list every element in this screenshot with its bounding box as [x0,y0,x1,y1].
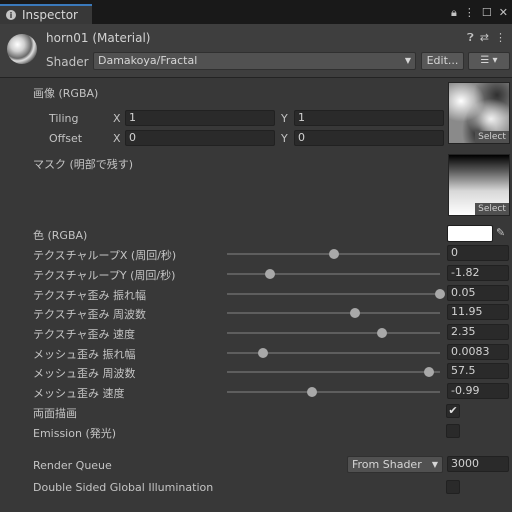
double-sided-checkbox[interactable]: ✔ [446,404,460,418]
chevron-down-icon: ▼ [404,56,411,65]
mask-texture-slot[interactable]: Select [448,154,510,216]
info-icon: i [6,10,16,20]
mask-tex-label: マスク (明部で残す) [33,158,134,171]
settings-icon[interactable]: ⇄ [480,31,489,45]
shader-list-button[interactable]: ☰ ▾ [468,52,510,70]
header-icons: ❓︎ ⇄ ⋮ [467,31,506,45]
tiling-label: Tiling [49,112,79,125]
slider-track[interactable] [227,371,440,373]
list-icon: ☰ ▾ [480,55,498,66]
tab-inspector[interactable]: i Inspector [0,4,92,24]
slider-label: テクスチャ歪み 周波数 [33,308,147,321]
offset-y-field[interactable]: 0 [294,130,444,146]
help-icon[interactable]: ❓︎ [467,31,474,45]
slider-track[interactable] [227,312,440,314]
slider-label: メッシュ歪み 周波数 [33,367,136,380]
slider-thumb[interactable] [328,249,339,259]
slider-track[interactable] [227,293,440,295]
slider-value-field[interactable]: 0.05 [447,285,509,301]
render-queue-mode: From Shader [352,458,422,471]
more-icon[interactable]: ⋮ [495,31,506,45]
double-sided-label: 両面描画 [33,407,77,420]
slider-value-field[interactable]: 0.0083 [447,344,509,360]
slider-track[interactable] [227,273,440,275]
tab-bar: i Inspector 🔒︎ ⋮ ☐ ✕ [0,0,512,24]
slider-thumb[interactable] [377,328,388,338]
slider-track[interactable] [227,332,440,334]
tiling-x-axis: X [113,112,121,125]
slider-value-field[interactable]: -1.82 [447,265,509,281]
main-texture-slot[interactable]: Select [448,82,510,144]
slider-label: テクスチャ歪み 速度 [33,328,136,341]
slider-thumb[interactable] [264,269,275,279]
slider-thumb[interactable] [258,348,269,358]
edit-shader-button[interactable]: Edit... [421,52,464,70]
offset-x-axis: X [113,132,121,145]
shader-value: Damakoya/Fractal [98,54,198,67]
shader-label: Shader [46,55,89,69]
slider-value-field[interactable]: 57.5 [447,363,509,379]
render-queue-dropdown[interactable]: From Shader ▼ [347,456,443,473]
slider-value-field[interactable]: 11.95 [447,304,509,320]
slider-thumb[interactable] [435,289,445,299]
emission-label: Emission (発光) [33,427,117,440]
color-swatch[interactable] [447,225,493,242]
render-queue-value-field[interactable]: 3000 [447,456,509,472]
maximize-icon[interactable]: ☐ [482,6,492,20]
slider-track[interactable] [227,391,440,393]
material-name: horn01 (Material) [46,31,151,45]
offset-label: Offset [49,132,83,145]
main-tex-select-button[interactable]: Select [475,131,509,143]
emission-checkbox[interactable] [446,424,460,438]
slider-thumb[interactable] [424,367,435,377]
slider-label: メッシュ歪み 速度 [33,387,125,400]
slider-label: テクスチャループX (周回/秒) [33,249,177,262]
tiling-x-field[interactable]: 1 [125,110,275,126]
material-preview-icon [7,34,37,64]
chevron-down-icon: ▼ [431,460,438,469]
slider-thumb[interactable] [349,308,360,318]
mask-tex-select-button[interactable]: Select [475,203,509,215]
window-icons: 🔒︎ ⋮ ☐ ✕ [451,6,508,20]
double-sided-gi-checkbox[interactable] [446,480,460,494]
slider-label: テクスチャ歪み 振れ幅 [33,289,147,302]
slider-label: メッシュ歪み 振れ幅 [33,348,136,361]
eyedropper-icon[interactable]: ✎ [496,226,505,239]
tab-label: Inspector [22,8,78,22]
tiling-y-field[interactable]: 1 [294,110,444,126]
slider-label: テクスチャループY (周回/秒) [33,269,176,282]
menu-icon[interactable]: ⋮ [464,6,475,20]
slider-value-field[interactable]: -0.99 [447,383,509,399]
tiling-y-axis: Y [281,112,288,125]
offset-y-axis: Y [281,132,288,145]
slider-value-field[interactable]: 2.35 [447,324,509,340]
lock-icon[interactable]: 🔒︎ [451,6,457,20]
close-icon[interactable]: ✕ [499,6,508,20]
double-sided-gi-label: Double Sided Global Illumination [33,481,214,494]
color-label: 色 (RGBA) [33,229,88,242]
main-tex-label: 画像 (RGBA) [33,87,99,100]
render-queue-label: Render Queue [33,459,112,472]
slider-value-field[interactable]: 0 [447,245,509,261]
offset-x-field[interactable]: 0 [125,130,275,146]
shader-dropdown[interactable]: Damakoya/Fractal ▼ [93,52,416,70]
slider-thumb[interactable] [307,387,318,397]
